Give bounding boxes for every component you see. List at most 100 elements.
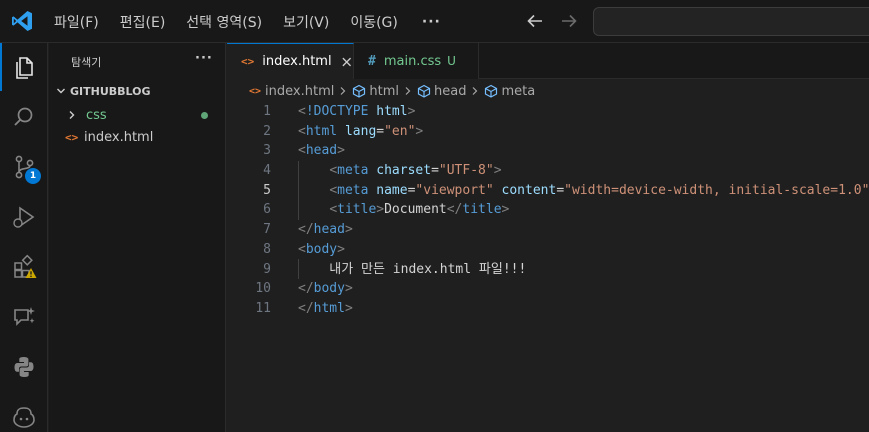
line-number: 5 <box>263 182 271 198</box>
code-token: = <box>431 163 439 179</box>
code-token: < <box>298 123 306 139</box>
code-line[interactable]: <head> <box>298 141 869 161</box>
code-token: </ <box>298 222 314 238</box>
html-file-icon: <> <box>249 85 262 97</box>
code-line[interactable]: <html lang="en"> <box>298 122 869 142</box>
workspace-section-header[interactable]: GITHUBBLOG <box>49 80 226 102</box>
breadcrumb-head[interactable]: head <box>434 84 466 99</box>
code-line[interactable]: <body> <box>298 240 869 260</box>
back-arrow-icon[interactable] <box>524 10 546 32</box>
code-token: html <box>376 104 408 119</box>
code-token: </ <box>298 300 314 316</box>
code-line[interactable]: <meta charset="UTF-8"> <box>298 161 869 181</box>
chevron-right-icon <box>69 111 75 119</box>
breadcrumb-html[interactable]: html <box>369 84 399 99</box>
element-cube-icon <box>485 84 498 98</box>
close-icon[interactable] <box>340 55 353 69</box>
line-number: 7 <box>263 222 271 238</box>
menu-selection[interactable]: 선택 영역(S) <box>186 12 262 32</box>
code-token: "en" <box>384 123 416 139</box>
menu-view[interactable]: 보기(V) <box>283 12 329 32</box>
explorer-activity-icon[interactable] <box>0 43 48 91</box>
python-icon[interactable] <box>0 343 48 391</box>
code-token: > <box>376 202 385 218</box>
tab-index-html[interactable]: <> index.html <box>227 43 354 79</box>
code-line[interactable]: </head> <box>298 220 869 240</box>
title-bar: 파일(F) 편집(E) 선택 영역(S) 보기(V) 이동(G) ··· <box>0 0 869 43</box>
folder-label: css <box>86 107 107 123</box>
code-token: < <box>329 182 338 198</box>
code-token: < <box>298 104 306 119</box>
chat-icon[interactable] <box>0 293 48 341</box>
code-token: > <box>344 281 353 297</box>
code-line[interactable]: </body> <box>298 279 869 299</box>
breadcrumb-meta[interactable]: meta <box>501 84 535 99</box>
code-token: > <box>407 104 416 119</box>
run-debug-icon[interactable] <box>0 193 48 241</box>
code-token: charset <box>376 163 432 179</box>
css-file-icon: # <box>368 53 376 69</box>
code-token: html <box>313 300 345 316</box>
extensions-icon[interactable] <box>0 243 48 291</box>
code-token: = <box>376 123 385 139</box>
code-token: </ <box>298 281 314 297</box>
code-token: head <box>305 143 338 159</box>
tree-file-index-html[interactable]: <> index.html <box>49 126 226 148</box>
code-token: meta <box>337 163 369 179</box>
line-number: 1 <box>263 104 271 119</box>
code-token: > <box>337 241 345 257</box>
code-line[interactable]: <title>Document</title> <box>298 200 869 220</box>
menu-more-button[interactable]: ··· <box>422 14 441 30</box>
line-number: 8 <box>263 241 271 257</box>
code-token: 내가 만든 index.html 파일!!! <box>298 261 527 277</box>
tree-folder-css[interactable]: css <box>49 104 226 126</box>
code-token: title <box>462 202 502 218</box>
chevron-right-icon <box>473 87 478 95</box>
copilot-icon[interactable] <box>0 393 48 432</box>
line-number-gutter: 1 2 3 4 5 6 7 8 9 10 11 <box>227 102 271 319</box>
code-token: < <box>329 202 338 218</box>
untracked-status-badge: U <box>447 54 456 68</box>
code-line[interactable]: </html> <box>298 299 869 319</box>
code-line[interactable]: <!DOCTYPE html> <box>298 102 869 122</box>
code-token: Document <box>384 202 447 218</box>
code-content[interactable]: <!DOCTYPE html> <html lang="en"> <head> <m… <box>298 102 869 319</box>
code-token: html <box>305 123 338 139</box>
breadcrumb-file[interactable]: index.html <box>265 84 334 99</box>
untracked-dot-icon <box>201 112 208 119</box>
forward-arrow-icon[interactable] <box>558 10 580 32</box>
line-number: 6 <box>263 202 271 218</box>
code-token: !DOCTYPE <box>305 104 369 119</box>
menu-go[interactable]: 이동(G) <box>350 12 398 32</box>
code-line[interactable]: 내가 만든 index.html 파일!!! <box>298 260 869 280</box>
code-token: > <box>344 222 353 238</box>
code-token: body <box>305 241 338 257</box>
element-cube-icon <box>417 84 431 98</box>
code-line[interactable]: <meta name="viewport" content="width=dev… <box>298 181 869 201</box>
command-center-search[interactable] <box>593 7 869 36</box>
element-cube-icon <box>353 84 366 98</box>
source-control-badge: 1 <box>25 168 41 184</box>
code-token: > <box>344 300 353 316</box>
menu-edit[interactable]: 편집(E) <box>120 12 166 32</box>
line-number: 3 <box>263 143 271 159</box>
explorer-more-actions-button[interactable]: ··· <box>195 51 213 66</box>
code-editor[interactable]: 1 2 3 4 5 6 7 8 9 10 11 <!DOCTYPE html> <html lang=… <box>227 102 869 432</box>
search-icon[interactable] <box>0 93 48 141</box>
html-file-icon: <> <box>65 130 79 144</box>
explorer-title: 탐색기 <box>71 56 102 69</box>
code-token: "UTF-8" <box>438 163 494 179</box>
tab-main-css[interactable]: # main.css U <box>354 43 479 79</box>
vscode-logo-icon[interactable] <box>10 9 34 33</box>
chevron-down-icon <box>57 88 65 94</box>
code-token: > <box>501 202 510 218</box>
code-token: name <box>376 182 408 198</box>
editor-tab-bar: <> index.html # main.css U <box>227 43 869 79</box>
menu-bar: 파일(F) 편집(E) 선택 영역(S) 보기(V) 이동(G) ··· <box>54 0 441 43</box>
menu-file[interactable]: 파일(F) <box>54 12 99 32</box>
code-token: "viewport" <box>415 182 494 198</box>
code-token: title <box>337 202 377 218</box>
line-number: 10 <box>255 281 271 297</box>
source-control-icon[interactable]: 1 <box>0 143 48 191</box>
